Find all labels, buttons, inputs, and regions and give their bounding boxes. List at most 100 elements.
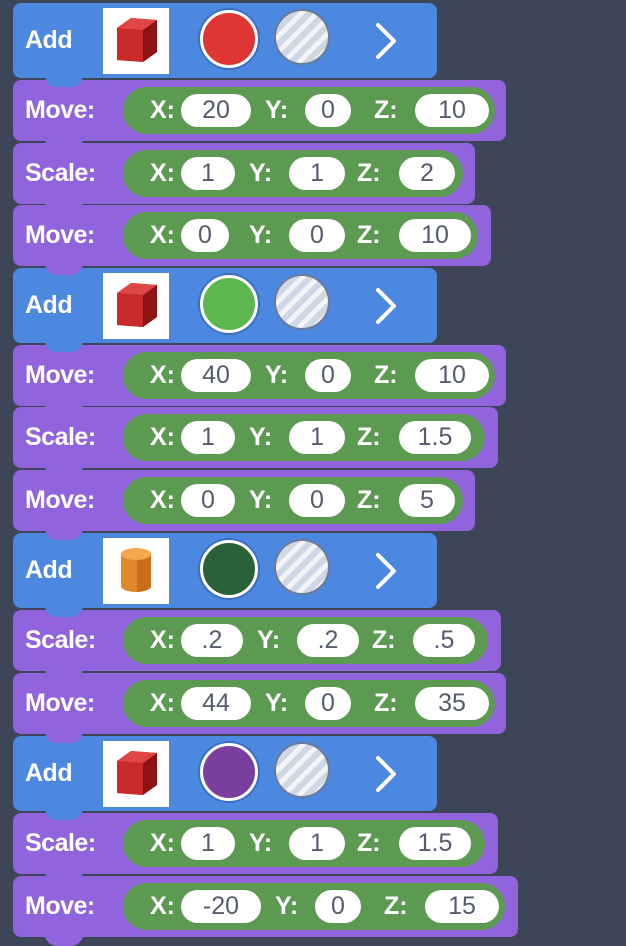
z-value-field[interactable]: 2: [399, 157, 455, 190]
striped-texture-icon[interactable]: [274, 539, 330, 595]
z-value-field[interactable]: 15: [425, 890, 499, 923]
y-value-field[interactable]: 0: [305, 94, 351, 127]
chevron-right-icon[interactable]: [365, 736, 405, 811]
axis-label-x: X:: [150, 829, 175, 857]
x-value-field[interactable]: -20: [181, 890, 261, 923]
move-block[interactable]: Move: X: -20 Y: 0 Z: 15: [13, 876, 518, 946]
color-swatch[interactable]: [200, 743, 258, 801]
z-value-field[interactable]: .5: [413, 624, 475, 657]
vector-input: X: -20 Y: 0 Z: 15: [123, 883, 505, 930]
vector-input: X: 40 Y: 0 Z: 10: [123, 352, 495, 399]
x-value-field[interactable]: 44: [181, 687, 251, 720]
axis-label-y: Y:: [249, 221, 273, 249]
x-value-field[interactable]: 40: [181, 359, 251, 392]
x-value-field[interactable]: 1: [181, 421, 235, 454]
y-value-field[interactable]: 0: [289, 219, 345, 252]
y-value-field[interactable]: 1: [289, 157, 345, 190]
striped-texture-icon[interactable]: [274, 274, 330, 330]
shape-thumbnail[interactable]: [103, 273, 169, 339]
add-block[interactable]: Add: [13, 533, 437, 617]
vector-input: X: .2 Y: .2 Z: .5: [123, 617, 488, 664]
chevron-right-icon[interactable]: [365, 268, 405, 343]
block-label: Move:: [25, 361, 95, 389]
scale-block[interactable]: Scale: X: 1 Y: 1 Z: 2: [13, 143, 475, 213]
vector-input: X: 0 Y: 0 Z: 5: [123, 477, 463, 524]
y-value-field[interactable]: 0: [305, 359, 351, 392]
axis-label-y: Y:: [265, 361, 289, 389]
axis-label-y: Y:: [249, 159, 273, 187]
block-label: Move:: [25, 892, 95, 920]
z-value-field[interactable]: 1.5: [399, 827, 471, 860]
x-value-field[interactable]: 1: [181, 827, 235, 860]
z-value-field[interactable]: 5: [399, 484, 455, 517]
block-label: Add: [25, 26, 73, 54]
block-workspace: Add Move: X: 20 Y: 0 Z: 10 Scale: X: 1 Y: 1 Z: 2 Move: X…: [0, 0, 626, 946]
axis-label-z: Z:: [374, 361, 398, 389]
scale-block[interactable]: Scale: X: .2 Y: .2 Z: .5: [13, 610, 501, 680]
x-value-field[interactable]: 1: [181, 157, 235, 190]
block-label: Scale:: [25, 423, 96, 451]
block-connector-notch: [45, 338, 83, 352]
y-value-field[interactable]: 0: [305, 687, 351, 720]
axis-label-y: Y:: [249, 486, 273, 514]
z-value-field[interactable]: 35: [415, 687, 489, 720]
axis-label-x: X:: [150, 423, 175, 451]
block-connector-notch: [45, 199, 83, 213]
z-value-field[interactable]: 10: [415, 359, 489, 392]
move-block[interactable]: Move: X: 0 Y: 0 Z: 10: [13, 205, 491, 275]
add-block[interactable]: Add: [13, 268, 437, 352]
block-connector-notch: [45, 666, 83, 680]
vector-input: X: 0 Y: 0 Z: 10: [123, 212, 478, 259]
move-block[interactable]: Move: X: 40 Y: 0 Z: 10: [13, 345, 506, 415]
shape-thumbnail[interactable]: [103, 741, 169, 807]
color-swatch[interactable]: [200, 10, 258, 68]
block-label: Add: [25, 291, 73, 319]
move-block[interactable]: Move: X: 0 Y: 0 Z: 5: [13, 470, 475, 540]
color-swatch[interactable]: [200, 540, 258, 598]
vector-input: X: 1 Y: 1 Z: 1.5: [123, 820, 485, 867]
add-block[interactable]: Add: [13, 736, 437, 820]
chevron-right-icon[interactable]: [365, 3, 405, 78]
axis-label-z: Z:: [357, 423, 381, 451]
block-label: Move:: [25, 96, 95, 124]
vector-input: X: 1 Y: 1 Z: 2: [123, 150, 463, 197]
move-block[interactable]: Move: X: 44 Y: 0 Z: 35: [13, 673, 506, 743]
x-value-field[interactable]: 0: [181, 219, 229, 252]
scale-block[interactable]: Scale: X: 1 Y: 1 Z: 1.5: [13, 407, 498, 477]
z-value-field[interactable]: 1.5: [399, 421, 471, 454]
block-label: Move:: [25, 221, 95, 249]
y-value-field[interactable]: 0: [315, 890, 361, 923]
striped-texture-icon[interactable]: [274, 742, 330, 798]
chevron-right-icon[interactable]: [365, 533, 405, 608]
striped-texture-icon[interactable]: [274, 9, 330, 65]
move-block[interactable]: Move: X: 20 Y: 0 Z: 10: [13, 80, 506, 150]
axis-label-z: Z:: [357, 829, 381, 857]
shape-thumbnail[interactable]: [103, 538, 169, 604]
y-value-field[interactable]: 0: [289, 484, 345, 517]
z-value-field[interactable]: 10: [415, 94, 489, 127]
axis-label-z: Z:: [357, 221, 381, 249]
y-value-field[interactable]: 1: [289, 827, 345, 860]
axis-label-z: Z:: [357, 159, 381, 187]
x-value-field[interactable]: 20: [181, 94, 251, 127]
axis-label-z: Z:: [357, 486, 381, 514]
axis-label-x: X:: [150, 96, 175, 124]
y-value-field[interactable]: 1: [289, 421, 345, 454]
z-value-field[interactable]: 10: [399, 219, 471, 252]
block-connector-notch: [45, 136, 83, 150]
color-swatch[interactable]: [200, 275, 258, 333]
axis-label-y: Y:: [249, 423, 273, 451]
x-value-field[interactable]: .2: [181, 624, 243, 657]
axis-label-z: Z:: [372, 626, 396, 654]
axis-label-x: X:: [150, 486, 175, 514]
block-label: Scale:: [25, 159, 96, 187]
scale-block[interactable]: Scale: X: 1 Y: 1 Z: 1.5: [13, 813, 498, 883]
shape-thumbnail[interactable]: [103, 8, 169, 74]
axis-label-y: Y:: [257, 626, 281, 654]
block-connector-notch: [45, 73, 83, 87]
add-block[interactable]: Add: [13, 3, 437, 87]
y-value-field[interactable]: .2: [297, 624, 359, 657]
x-value-field[interactable]: 0: [181, 484, 235, 517]
axis-label-y: Y:: [275, 892, 299, 920]
axis-label-x: X:: [150, 689, 175, 717]
